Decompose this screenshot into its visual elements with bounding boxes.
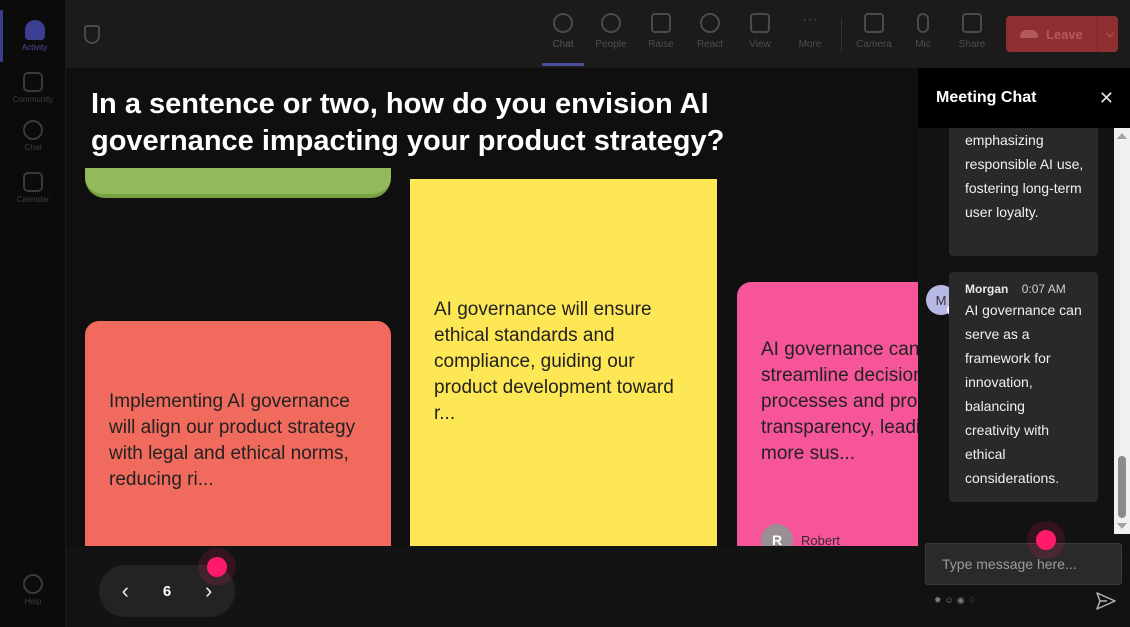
scroll-down-icon[interactable] [1117,523,1127,529]
sticky-note-green[interactable] [85,168,391,198]
sticker-icon[interactable]: ♢ [968,595,976,606]
toolbar-label: Mic [915,39,931,50]
toolbar-camera-button[interactable]: Camera [851,10,897,62]
rail-item-help[interactable]: Help [0,564,66,616]
meeting-chat-panel: Meeting Chat ✕ emphasizing responsible A… [918,68,1130,627]
sticky-note-text: Implementing AI governance will align ou… [109,391,356,490]
shared-stage: In a sentence or two, how do you envisio… [66,68,918,627]
message-text: AI governance can serve as a framework f… [965,302,1082,486]
page-number: 6 [162,582,172,600]
chat-message: emphasizing responsible AI use, fosterin… [949,128,1098,256]
chat-title: Meeting Chat [936,89,1037,106]
chat-message: Morgan 0:07 AM AI governance can serve a… [949,272,1098,502]
leave-button[interactable]: Leave ⌵ [1006,16,1118,52]
rail-item-activity[interactable]: Activity [0,10,66,62]
chat-icon [553,13,573,33]
emoji-icon[interactable]: ☺ [945,595,954,606]
toolbar-raise-button[interactable]: Raise [638,10,684,62]
sticky-note-text: AI governance will ensure ethical standa… [434,299,674,424]
toolbar-share-button[interactable]: Share [949,10,995,62]
sticky-note-text: AI governance can streamline decision pr… [761,339,918,464]
toolbar-label: Share [958,39,986,50]
leave-label: Leave [1046,26,1083,42]
chevron-down-icon[interactable]: ⌵ [1106,28,1114,41]
chat-header: Meeting Chat ✕ [918,68,1130,128]
mic-icon [917,13,929,33]
sticky-note-yellow[interactable]: AI governance will ensure ethical standa… [410,179,717,559]
toolbar-label: More [798,39,822,50]
leave-divider [1096,16,1098,52]
toolbar-label: Chat [552,39,574,50]
chevron-right-icon[interactable]: › [194,578,224,604]
chat-scrollbar[interactable] [1114,128,1130,534]
close-icon[interactable]: ✕ [1099,88,1114,109]
meeting-toolbar: Chat People Raise React View ··· More Ca… [66,0,1130,68]
chat-icon [23,120,43,140]
people-icon [601,13,621,33]
message-meta: Morgan 0:07 AM [965,272,1084,298]
calendar-icon [23,172,43,192]
scroll-up-icon[interactable] [1117,133,1127,139]
scroll-thumb[interactable] [1118,456,1126,518]
toolbar-react-button[interactable]: React [687,10,733,62]
ellipsis-icon: ··· [802,11,818,28]
toolbar-mic-button[interactable]: Mic [900,10,946,62]
toolbar-chat-button[interactable]: Chat [540,10,586,66]
app-rail: Activity Community Chat Calendar Help [0,0,66,627]
rail-item-community[interactable]: Community [0,62,66,114]
smiley-icon [700,13,720,33]
question-title: In a sentence or two, how do you envisio… [91,88,725,157]
help-icon [23,574,43,594]
pointer-dot [1036,530,1056,550]
message-time: 0:07 AM [1021,282,1066,296]
toolbar-label: Camera [856,39,892,50]
rail-label: Activity [21,43,48,52]
rail-item-calendar[interactable]: Calendar [0,162,66,214]
grid-icon [750,13,770,33]
toolbar-label: Raise [648,39,674,50]
chat-message-input[interactable] [925,543,1122,585]
send-icon[interactable] [1095,591,1117,611]
format-icon[interactable]: ✹ [934,595,942,606]
rail-item-chat[interactable]: Chat [0,110,66,162]
chat-message-list[interactable]: emphasizing responsible AI use, fosterin… [918,128,1130,534]
share-icon [962,13,982,33]
toolbar-label: React [696,39,724,50]
hand-icon [651,13,671,33]
message-author: Morgan [965,282,1009,296]
camera-off-icon [864,13,884,33]
pointer-dot [207,557,227,577]
toolbar-label: People [595,39,627,50]
toolbar-separator [841,18,842,52]
toolbar-people-button[interactable]: People [588,10,634,62]
rail-label: Calendar [16,195,50,204]
gif-icon[interactable]: ◉ [957,595,965,606]
rail-label: Help [24,597,42,606]
rail-label: Chat [24,143,42,152]
shield-icon[interactable] [84,25,100,44]
phone-hangup-icon [1020,30,1038,38]
sticky-note-red[interactable]: Implementing AI governance will align ou… [85,321,391,561]
bell-icon [24,20,45,40]
sticky-note-pink[interactable]: AI governance can streamline decision pr… [737,282,918,562]
toolbar-more-button[interactable]: ··· More [787,10,833,62]
rail-label: Community [12,95,54,104]
toolbar-view-button[interactable]: View [737,10,783,62]
toolbar-label: View [749,39,771,50]
chevron-left-icon[interactable]: ‹ [110,578,140,604]
community-icon [23,72,43,92]
message-text: emphasizing responsible AI use, fosterin… [965,132,1084,220]
format-toolbar: ✹ ☺ ◉ ♢ [934,595,976,606]
